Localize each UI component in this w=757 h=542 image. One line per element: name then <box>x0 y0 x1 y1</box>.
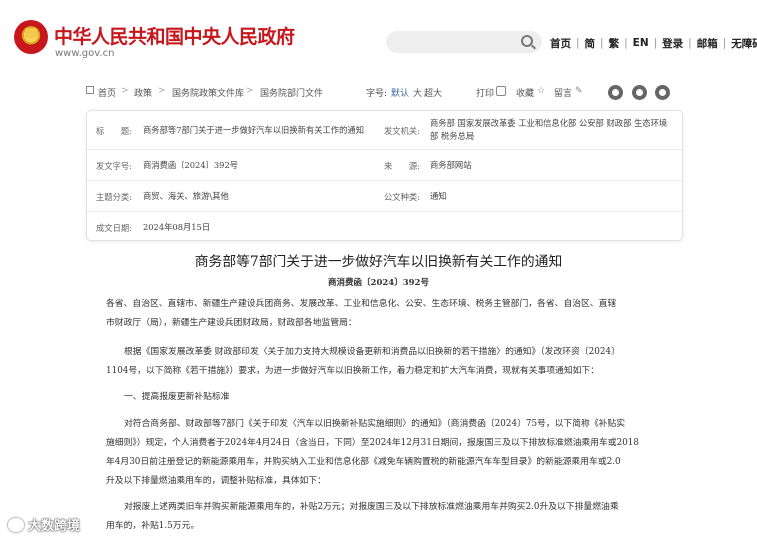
home-icon[interactable] <box>86 86 94 94</box>
nav-simplified[interactable]: 简 <box>585 36 596 51</box>
print-button[interactable]: 打印 <box>476 86 494 99</box>
metadata-row: 成文日期: 2024年08月15日 <box>87 212 682 242</box>
paragraph-line: 各省、自治区、直辖市、新疆生产建设兵团商务、发展改革、工业和信息化、公安、生态环… <box>106 299 617 309</box>
paragraph-line: 市财政厅（局），新疆生产建设兵团财政局，财政部各地监管局： <box>106 318 357 328</box>
qzone-share-icon[interactable] <box>655 85 670 100</box>
nav-separator: | <box>600 37 604 49</box>
paragraph-line: 年4月30日前注册登记的新能源乘用车，并购买纳入工业和信息化部《减免车辆购置税的… <box>106 457 621 467</box>
nav-separator: | <box>722 37 727 49</box>
paragraph-line: 根据《国家发展改革委 财政部印发〈关于加力支持大规模设备更新和消费品以旧换新的若… <box>124 347 620 357</box>
breadcrumb-policy-library[interactable]: 国务院政策文件库 <box>172 86 244 99</box>
nav-separator: | <box>653 37 658 49</box>
message-button[interactable]: 留言 <box>554 86 572 99</box>
source-value: 商务部网站 <box>430 160 472 170</box>
paragraph-line: 1104号，以下简称《若干措施》）要求，为进一步做好汽车以旧换新工作，着力稳定和… <box>106 366 600 376</box>
doctype-value: 通知 <box>430 191 447 201</box>
breadcrumb-separator: > <box>158 86 166 96</box>
nav-traditional[interactable]: 繁 <box>609 36 620 51</box>
paragraph-line: 升及以下排量燃油乘用车的，调整补贴标准，具体如下： <box>106 476 326 486</box>
paragraph-line: 施细则》）规定，个人消费者于2024年4月24日（含当日，下同）至2024年12… <box>106 438 639 448</box>
font-default-button[interactable]: 默认 <box>391 86 409 99</box>
font-size-label: 字号: <box>366 89 388 99</box>
source-label: 来 源: <box>384 161 420 171</box>
watermark: 大数跨境 <box>8 515 80 534</box>
favorite-button[interactable]: 收藏 <box>516 86 534 99</box>
document-title: 商务部等7部门关于进一步做好汽车以旧换新有关工作的通知 <box>194 254 563 270</box>
breadcrumb: 首页 > 政策 > 国务院政策文件库 > 国务院部门文件 字号: 默认 大 超大… <box>86 82 683 102</box>
section-heading: 一、提高报废更新补贴标准 <box>124 392 230 402</box>
nav-english[interactable]: EN <box>633 37 649 49</box>
document-metadata-table: 标 题: 商务部等7部门关于进一步做好汽车以旧换新有关工作的通知 发文机关: 商… <box>86 110 683 241</box>
metadata-row: 主题分类: 商贸、海关、旅游\其他 公文种类: 通知 <box>87 181 682 212</box>
breadcrumb-separator: > <box>246 86 254 96</box>
paragraph-line: 对报废上述两类旧车并购买新能源乘用车的，补贴2万元；对报废国三及以下排放标准燃油… <box>124 502 619 512</box>
docno-label: 发文字号: <box>96 161 132 171</box>
issuer-label: 发文机关: <box>384 126 420 136</box>
nav-home[interactable]: 首页 <box>550 36 571 51</box>
breadcrumb-policy[interactable]: 政策 <box>134 86 152 99</box>
topic-label: 主题分类: <box>96 192 132 202</box>
metadata-row: 标 题: 商务部等7部门关于进一步做好汽车以旧换新有关工作的通知 发文机关: 商… <box>87 111 682 150</box>
wechat-share-icon[interactable] <box>632 85 647 100</box>
metadata-row: 发文字号: 商消费函〔2024〕392号 来 源: 商务部网站 <box>87 150 682 181</box>
search-input[interactable] <box>386 31 542 53</box>
site-url: www.gov.cn <box>55 48 115 59</box>
print-icon[interactable] <box>496 86 506 96</box>
topic-value: 商贸、海关、旅游\其他 <box>143 191 229 201</box>
top-navigation: 首页 | 简 | 繁 | EN | 登录 | 邮箱 | 无障碍 <box>550 35 757 51</box>
breadcrumb-home[interactable]: 首页 <box>98 86 116 99</box>
star-icon[interactable]: ☆ <box>537 86 545 96</box>
breadcrumb-department-files[interactable]: 国务院部门文件 <box>260 86 323 99</box>
watermark-text: 大数跨境 <box>28 519 81 534</box>
document-number: 商消费函〔2024〕392号 <box>328 278 429 288</box>
date-value: 2024年08月15日 <box>143 222 211 232</box>
doctype-label: 公文种类: <box>384 192 420 202</box>
nav-mailbox[interactable]: 邮箱 <box>697 36 718 51</box>
title-value: 商务部等7部门关于进一步做好汽车以旧换新有关工作的通知 <box>143 125 364 135</box>
date-label: 成文日期: <box>96 223 132 233</box>
nav-accessibility[interactable]: 无障碍 <box>731 36 757 51</box>
font-large-button[interactable]: 大 <box>413 86 422 99</box>
font-xlarge-button[interactable]: 超大 <box>424 86 442 99</box>
site-title[interactable]: 中华人民共和国中央人民政府 <box>54 22 295 49</box>
issuer-value: 商务部 国家发展改革委 工业和信息化部 公安部 财政部 生态环境部 税务总局 <box>430 118 668 141</box>
nav-separator: | <box>576 37 580 49</box>
nav-login[interactable]: 登录 <box>662 36 683 51</box>
weibo-share-icon[interactable] <box>608 85 623 100</box>
watermark-logo-icon <box>8 518 24 532</box>
national-emblem-icon[interactable] <box>14 20 48 54</box>
search-icon[interactable] <box>521 35 533 47</box>
site-header: 中华人民共和国中央人民政府 www.gov.cn 首页 | 简 | 繁 | EN… <box>0 0 757 72</box>
paragraph-line: 对符合商务部、财政部等7部门《关于印发〈汽车以旧换新补贴实施细则〉的通知》（商消… <box>124 419 626 429</box>
breadcrumb-separator: > <box>121 86 129 96</box>
pencil-icon[interactable]: ✎ <box>575 86 583 96</box>
docno-value: 商消费函〔2024〕392号 <box>143 160 239 170</box>
paragraph-line: 用车的，补贴1.5万元。 <box>106 521 200 531</box>
nav-separator: | <box>688 37 692 49</box>
nav-separator: | <box>624 37 628 49</box>
title-label: 标 题: <box>96 126 132 136</box>
